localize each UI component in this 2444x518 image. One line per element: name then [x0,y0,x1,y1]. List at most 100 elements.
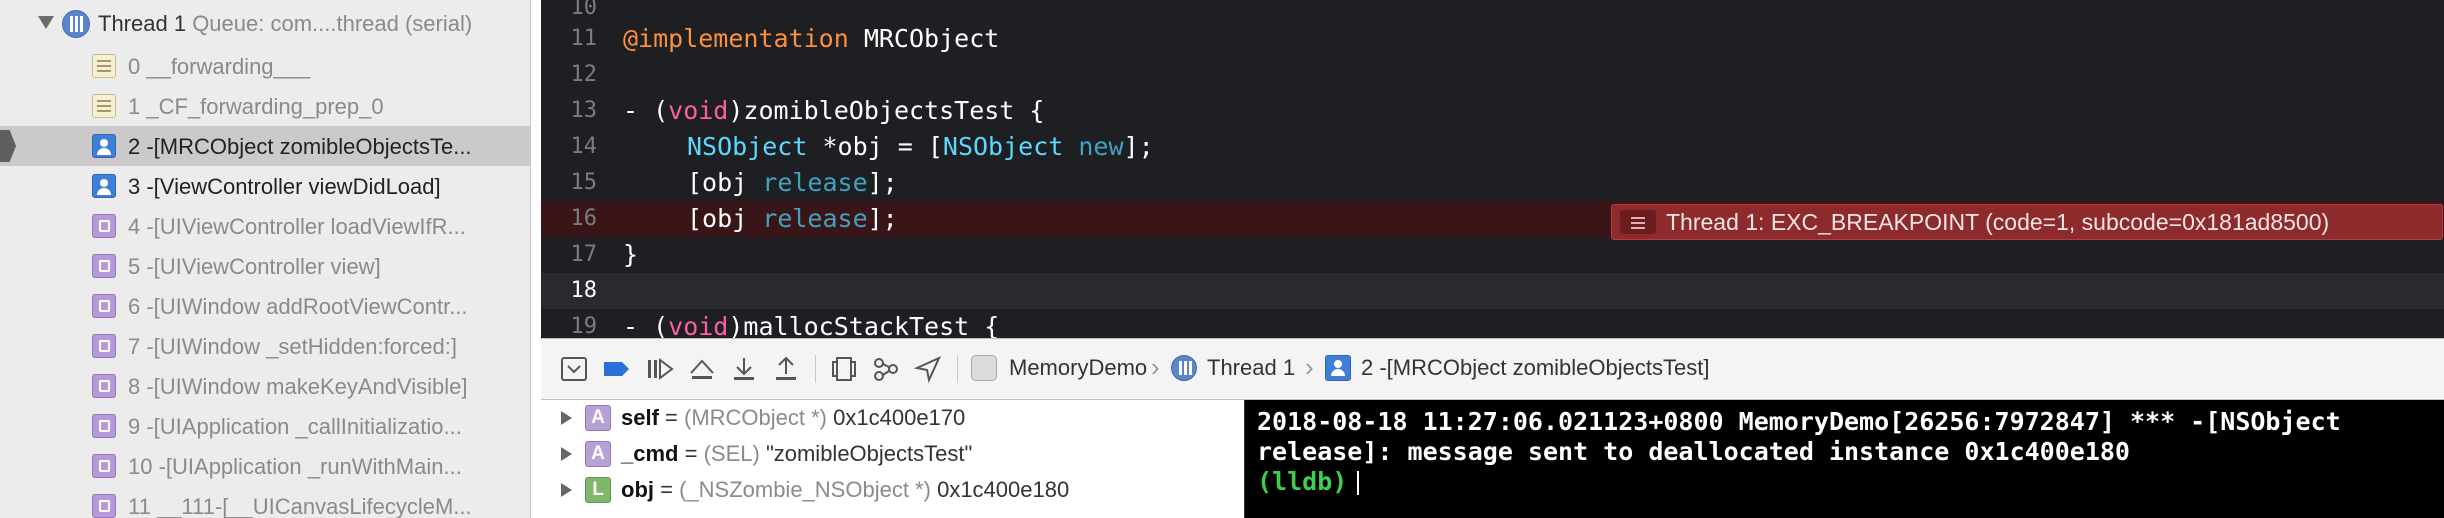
stack-frame-4[interactable]: 4 -[UIViewController loadViewIfR... [0,206,530,246]
stack-frame-7[interactable]: 7 -[UIWindow _setHidden:forced:] [0,326,530,366]
stack-frame-0[interactable]: 0 __forwarding___ [0,46,530,86]
uikit-frame-icon [92,414,116,438]
method-token: new [1078,132,1124,161]
disclosure-triangle-icon[interactable] [561,411,572,425]
variable-type: (_NSZombie_NSObject *) [679,477,931,502]
line-number: 17 [570,242,598,267]
hide-debug-area-button[interactable] [557,353,591,385]
uikit-frame-icon [92,214,116,238]
line-number: 16 [570,206,598,231]
code-token: [obj [687,204,763,233]
code-token: - ( [623,96,669,125]
code-line[interactable]: 13 - (void)zomibleObjectsTest { [541,93,2444,129]
step-over-button[interactable] [685,353,719,385]
code-line[interactable]: 12 [541,57,2444,93]
breakpoint-icon [604,362,629,376]
variable-badge-icon: A [585,405,611,431]
breakpoints-toggle-button[interactable] [599,353,633,385]
uikit-frame-icon [92,374,116,398]
source-editor[interactable]: 10 11 @implementation MRCObject 12 13 - … [541,0,2444,338]
variable-text: self = (MRCObject *) 0x1c400e170 [621,405,966,430]
variable-text: _cmd = (SEL) "zomibleObjectsTest" [621,441,973,466]
step-into-button[interactable] [727,353,761,385]
code-token: } [623,240,639,269]
stack-frame-8[interactable]: 8 -[UIWindow makeKeyAndVisible] [0,366,530,406]
disclosure-triangle-icon[interactable] [561,447,572,461]
stack-frame-label: 3 -[ViewController viewDidLoad] [128,174,441,199]
uikit-frame-icon [92,454,116,478]
line-number: 15 [570,170,598,195]
thread-icon [1171,355,1197,381]
stack-frame-6[interactable]: 6 -[UIWindow addRootViewContr... [0,286,530,326]
code-text: - (void)zomibleObjectsTest { [623,96,1044,125]
console-input-caret[interactable] [1357,471,1360,495]
variable-row[interactable]: L obj = (_NSZombie_NSObject *) 0x1c400e1… [541,472,1244,508]
code-line[interactable]: 11 @implementation MRCObject [541,21,2444,57]
code-text: } [623,240,638,269]
memory-graph-button[interactable] [869,353,903,385]
stack-frame-10[interactable]: 10 -[UIApplication _runWithMain... [0,446,530,486]
breakpoint-annotation[interactable]: Thread 1: EXC_BREAKPOINT (code=1, subcod… [1611,204,2443,240]
variable-value: "zomibleObjectsTest" [765,441,973,466]
stack-frame-label: 6 -[UIWindow addRootViewContr... [128,294,468,319]
code-text: [obj release]; [687,204,898,233]
code-line[interactable]: 15 [obj release]; [541,165,2444,201]
stack-frame-11[interactable]: 11 __111-[__UICanvasLifecycleM... [0,486,530,518]
thread-label: Thread 1 Queue: com....thread (serial) [98,11,472,37]
stack-frame-label: 2 -[MRCObject zomibleObjectsTe... [128,134,472,159]
variable-type: (SEL) [703,441,760,466]
user-frame-icon [92,174,116,198]
app-icon [971,355,997,381]
class-token: NSObject [687,132,808,161]
variable-row[interactable]: A self = (MRCObject *) 0x1c400e170 [541,400,1244,436]
stack-frame-label: 1 _CF_forwarding_prep_0 [128,94,384,119]
code-line[interactable]: 19 - (void)mallocStackTest { [541,309,2444,338]
uikit-frame-icon [92,494,116,518]
code-line[interactable]: 14 NSObject *obj = [NSObject new]; [541,129,2444,165]
stack-frame-label: 10 -[UIApplication _runWithMain... [128,454,462,479]
chevron-right-icon: › [1151,352,1160,382]
variable-row[interactable]: A _cmd = (SEL) "zomibleObjectsTest" [541,436,1244,472]
variable-value: 0x1c400e170 [833,405,966,430]
system-frame-icon [92,54,116,78]
stack-frame-9[interactable]: 9 -[UIApplication _callInitializatio... [0,406,530,446]
continue-button[interactable] [643,353,677,385]
code-token: MRCObject [848,24,1000,53]
keyword-token: void [668,312,729,338]
stack-frame-3[interactable]: 3 -[ViewController viewDidLoad] [0,166,530,206]
stack-frame-label: 7 -[UIWindow _setHidden:forced:] [128,334,457,359]
breadcrumb-frame[interactable]: 2 -[MRCObject zomibleObjectsTest] [1361,355,1709,381]
continue-icon [648,358,674,380]
stack-frame-5[interactable]: 5 -[UIViewController view] [0,246,530,286]
code-text: @implementation MRCObject [623,24,999,53]
stack-frame-1[interactable]: 1 _CF_forwarding_prep_0 [0,86,530,126]
console-view[interactable]: 2018-08-18 11:27:06.021123+0800 MemoryDe… [1244,400,2444,518]
thread-queue: Queue: com....thread (serial) [192,11,473,36]
list-icon [1620,210,1656,234]
code-text: - (void)mallocStackTest { [623,312,999,338]
code-token: ]; [1123,132,1154,161]
memory-graph-icon [874,358,898,381]
user-frame-icon [92,134,116,158]
console-log-text: 2018-08-18 11:27:06.021123+0800 MemoryDe… [1257,407,2356,466]
class-token: NSObject [942,132,1064,161]
disclosure-triangle-icon[interactable] [38,16,54,29]
breadcrumb-app[interactable]: MemoryDemo [1009,355,1147,381]
system-frame-icon [92,94,116,118]
step-out-button[interactable] [769,353,803,385]
toolbar-separator [957,355,958,383]
breadcrumb-thread[interactable]: Thread 1 [1207,355,1295,381]
code-line-current[interactable]: 18 [541,273,2444,309]
stack-frame-label: 11 __111-[__UICanvasLifecycleM... [128,494,472,518]
breakpoint-message: Thread 1: EXC_BREAKPOINT (code=1, subcod… [1666,209,2330,235]
view-hierarchy-button[interactable] [827,353,861,385]
keyword-token: void [668,96,729,125]
code-line[interactable]: 17 } [541,237,2444,273]
stack-frame-2[interactable]: 2 -[MRCObject zomibleObjectsTe... [0,126,530,166]
simulate-location-button[interactable] [911,353,945,385]
thread-row[interactable]: Thread 1 Queue: com....thread (serial) [0,0,530,46]
disclosure-triangle-icon[interactable] [561,483,572,497]
uikit-frame-icon [92,334,116,358]
variable-name: self [621,405,659,430]
